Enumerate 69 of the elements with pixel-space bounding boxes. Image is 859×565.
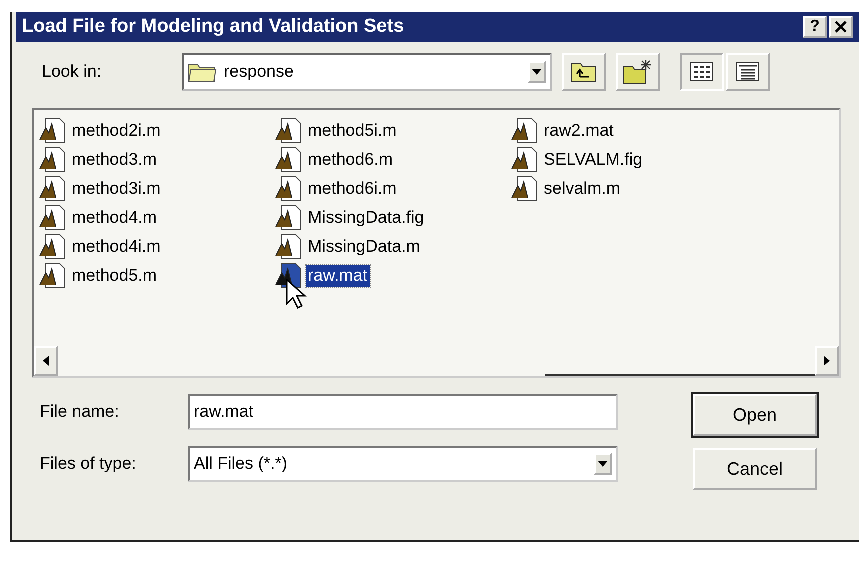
folder-up-icon	[571, 61, 597, 83]
up-folder-button[interactable]	[562, 53, 606, 91]
list-view-button[interactable]	[680, 53, 724, 91]
file-name-field[interactable]: raw.mat	[188, 394, 618, 430]
file-item[interactable]: method4i.m	[38, 232, 274, 261]
list-view-icon	[690, 62, 714, 82]
document-icon	[38, 118, 68, 144]
file-item[interactable]: MissingData.m	[274, 232, 510, 261]
file-name: method6i.m	[307, 178, 398, 200]
open-button[interactable]: Open	[693, 394, 817, 436]
file-type-label: Files of type:	[40, 454, 138, 474]
file-item[interactable]: method4.m	[38, 203, 274, 232]
file-name: method3i.m	[71, 178, 162, 200]
left-arrow-icon	[43, 356, 49, 366]
file-name: method4i.m	[71, 236, 162, 258]
cancel-button[interactable]: Cancel	[693, 448, 817, 490]
file-item[interactable]: raw2.mat	[510, 116, 746, 145]
scroll-left-button[interactable]	[34, 346, 58, 376]
details-view-button[interactable]	[726, 53, 770, 91]
document-icon	[38, 146, 68, 172]
document-icon	[38, 176, 68, 202]
document-icon	[510, 118, 540, 144]
file-item[interactable]: method2i.m	[38, 116, 274, 145]
file-item[interactable]: MissingData.fig	[274, 203, 510, 232]
file-item[interactable]: selvalm.m	[510, 174, 746, 203]
look-in-dropdown[interactable]: response	[182, 53, 552, 91]
document-icon	[38, 262, 68, 288]
file-name: raw2.mat	[543, 120, 615, 142]
document-icon	[38, 234, 68, 260]
document-icon	[274, 204, 304, 230]
file-item[interactable]: raw.mat	[274, 261, 510, 290]
file-name: method3.m	[71, 148, 158, 170]
file-name: MissingData.fig	[307, 206, 426, 228]
file-name: method6.m	[307, 148, 394, 170]
file-name: method2i.m	[71, 120, 162, 142]
file-item[interactable]: SELVALM.fig	[510, 145, 746, 174]
document-icon	[274, 146, 304, 172]
file-item[interactable]: method6i.m	[274, 174, 510, 203]
right-arrow-icon	[824, 356, 830, 366]
file-item[interactable]: method3.m	[38, 145, 274, 174]
file-type-dropdown[interactable]: All Files (*.*)	[188, 446, 618, 482]
file-name: SELVALM.fig	[543, 148, 644, 170]
help-button[interactable]: ?	[803, 16, 827, 38]
file-name: method5i.m	[307, 120, 398, 142]
file-name: raw.mat	[306, 264, 370, 286]
scroll-right-button[interactable]	[815, 346, 839, 376]
document-icon	[510, 146, 540, 172]
file-name-label: File name:	[40, 402, 120, 422]
document-icon	[274, 234, 304, 260]
new-folder-icon	[623, 59, 653, 85]
new-folder-button[interactable]	[616, 53, 660, 91]
file-name: selvalm.m	[543, 178, 622, 200]
document-icon	[274, 176, 304, 202]
close-icon	[834, 20, 848, 34]
close-button[interactable]	[829, 16, 853, 38]
file-item[interactable]: method5.m	[38, 261, 274, 290]
file-item[interactable]: method3i.m	[38, 174, 274, 203]
file-item[interactable]: method5i.m	[274, 116, 510, 145]
details-view-icon	[736, 62, 760, 82]
mouse-pointer-icon	[286, 279, 308, 309]
file-name: method5.m	[71, 264, 158, 286]
window-title: Load File for Modeling and Validation Sets	[22, 16, 404, 38]
file-name: MissingData.m	[307, 236, 422, 258]
document-icon	[274, 118, 304, 144]
file-item[interactable]: method6.m	[274, 145, 510, 174]
document-icon	[38, 204, 68, 230]
document-icon	[510, 176, 540, 202]
look-in-label: Look in:	[41, 62, 103, 82]
file-name: method4.m	[71, 206, 158, 228]
